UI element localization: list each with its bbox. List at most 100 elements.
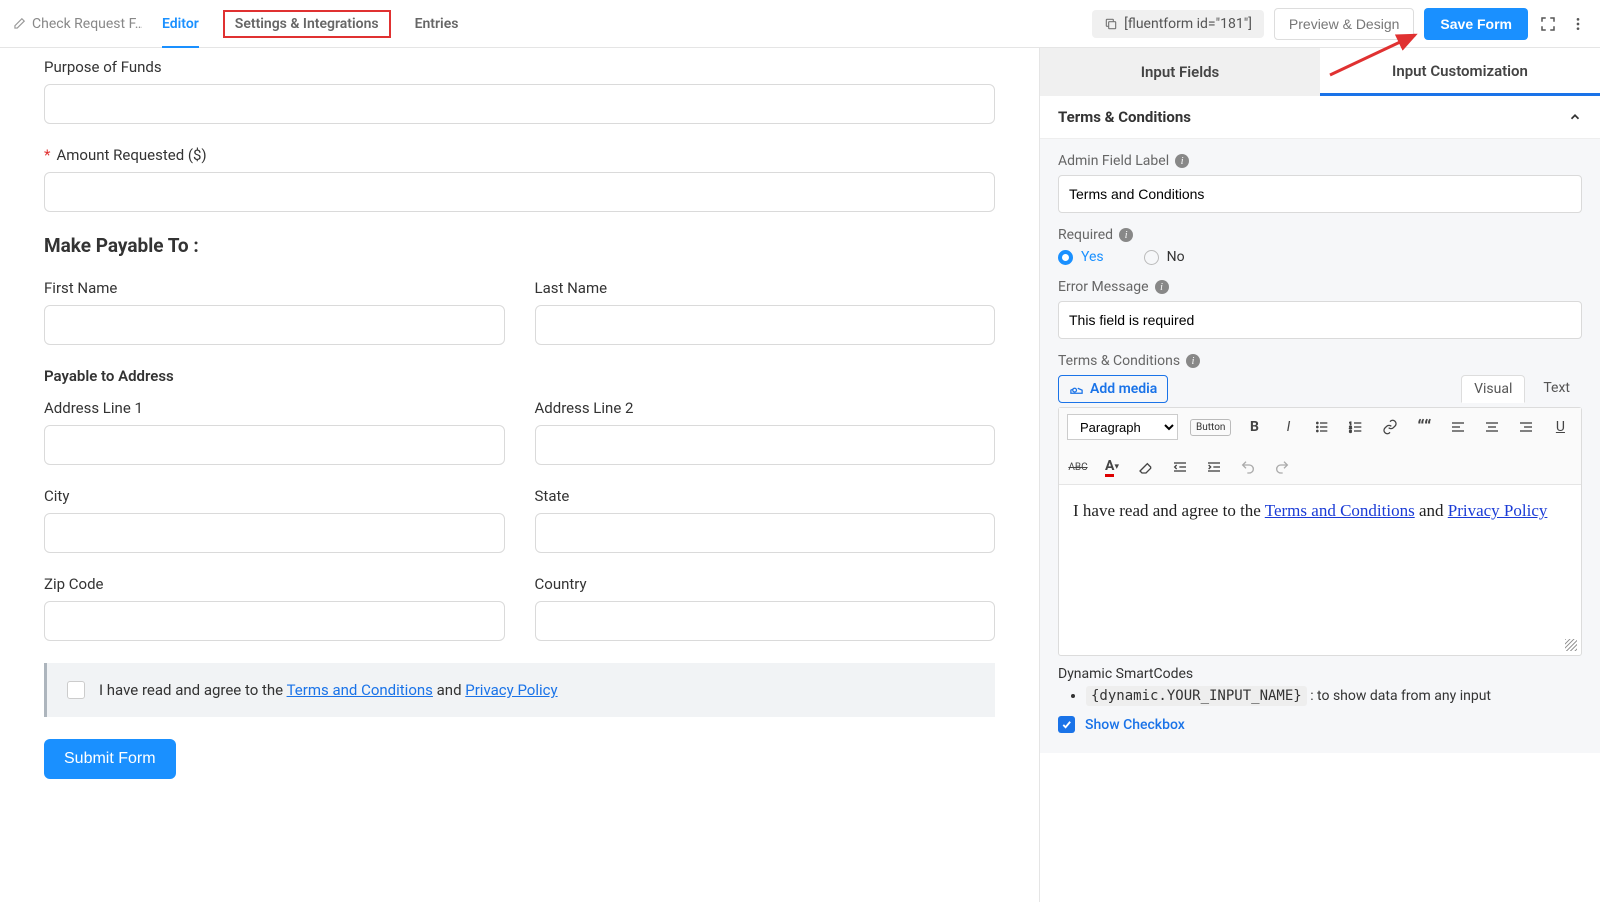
resize-handle[interactable]	[1565, 639, 1577, 651]
error-message-label: Error Message i	[1058, 279, 1582, 295]
clear-format-btn[interactable]	[1135, 456, 1157, 478]
name-row: First Name Last Name	[44, 279, 995, 345]
indent-icon	[1206, 459, 1222, 475]
last-name-input[interactable]	[535, 305, 996, 345]
editor-tab-visual[interactable]: Visual	[1461, 375, 1525, 403]
editor-privacy-link[interactable]: Privacy Policy	[1448, 501, 1548, 520]
addr1-label: Address Line 1	[44, 399, 505, 417]
country-input[interactable]	[535, 601, 996, 641]
outdent-icon	[1172, 459, 1188, 475]
text-color-btn[interactable]: A▾	[1101, 456, 1123, 478]
chevron-up-icon	[1568, 110, 1582, 124]
topbar-right: [fluentform id="181"] Preview & Design S…	[1092, 8, 1588, 40]
error-message-input[interactable]	[1058, 301, 1582, 339]
blockquote-btn[interactable]: ““	[1413, 416, 1435, 438]
redo-btn[interactable]	[1271, 456, 1293, 478]
editor-tab-text[interactable]: Text	[1531, 375, 1582, 403]
dots-vertical-icon	[1570, 16, 1586, 32]
save-form-button[interactable]: Save Form	[1424, 8, 1528, 40]
top-bar: Check Request F… Editor Settings & Integ…	[0, 0, 1600, 48]
smartcodes-title: Dynamic SmartCodes	[1058, 666, 1582, 682]
info-icon[interactable]: i	[1155, 280, 1169, 294]
align-center-icon	[1484, 419, 1500, 435]
indent-btn[interactable]	[1203, 456, 1225, 478]
info-icon[interactable]: i	[1119, 228, 1133, 242]
first-name-label: First Name	[44, 279, 505, 297]
media-icon	[1069, 382, 1084, 397]
outdent-btn[interactable]	[1169, 456, 1191, 478]
editor-content[interactable]: I have read and agree to the Terms and C…	[1059, 485, 1581, 655]
address-row1: Address Line 1 Address Line 2	[44, 399, 995, 465]
required-no[interactable]: No	[1144, 249, 1185, 265]
amount-input[interactable]	[44, 172, 995, 212]
city-input[interactable]	[44, 513, 505, 553]
address-row2: City State	[44, 487, 995, 553]
required-yes[interactable]: Yes	[1058, 249, 1104, 265]
addr2-input[interactable]	[535, 425, 996, 465]
bold-btn[interactable]: B	[1243, 416, 1265, 438]
smartcode-code: {dynamic.YOUR_INPUT_NAME}	[1086, 686, 1307, 706]
eraser-icon	[1138, 459, 1154, 475]
info-icon[interactable]: i	[1186, 354, 1200, 368]
terms-text: I have read and agree to the Terms and C…	[99, 681, 558, 699]
addr2-label: Address Line 2	[535, 399, 996, 417]
panel-tab-fields[interactable]: Input Fields	[1040, 48, 1320, 96]
paragraph-select[interactable]: Paragraph	[1067, 414, 1178, 440]
undo-icon	[1240, 459, 1256, 475]
form-name-text: Check Request F…	[32, 16, 142, 32]
align-right-btn[interactable]	[1515, 416, 1537, 438]
country-label: Country	[535, 575, 996, 593]
show-checkbox-row[interactable]: Show Checkbox	[1058, 716, 1582, 733]
redo-icon	[1274, 459, 1290, 475]
admin-label-input[interactable]	[1058, 175, 1582, 213]
strikethrough-btn[interactable]: ABC	[1067, 456, 1089, 478]
submit-form-button[interactable]: Submit Form	[44, 739, 176, 779]
align-center-btn[interactable]	[1481, 416, 1503, 438]
tab-entries[interactable]: Entries	[415, 0, 459, 48]
align-left-icon	[1450, 419, 1466, 435]
panel-section-header[interactable]: Terms & Conditions	[1040, 96, 1600, 139]
purpose-input[interactable]	[44, 84, 995, 124]
tab-editor[interactable]: Editor	[162, 0, 199, 48]
terms-checkbox[interactable]	[67, 681, 85, 699]
tab-settings[interactable]: Settings & Integrations	[223, 10, 391, 38]
terms-link[interactable]: Terms and Conditions	[287, 681, 433, 699]
check-icon	[1061, 719, 1072, 730]
privacy-link[interactable]: Privacy Policy	[465, 681, 557, 699]
panel-tab-customization[interactable]: Input Customization	[1320, 48, 1600, 96]
link-btn[interactable]	[1379, 416, 1401, 438]
smartcodes-section: Dynamic SmartCodes {dynamic.YOUR_INPUT_N…	[1058, 666, 1582, 704]
underline-btn[interactable]: U	[1549, 416, 1571, 438]
italic-btn[interactable]: I	[1277, 416, 1299, 438]
state-input[interactable]	[535, 513, 996, 553]
terms-content-label: Terms & Conditions i	[1058, 353, 1582, 369]
show-checkbox-label: Show Checkbox	[1085, 717, 1185, 733]
fullscreen-icon	[1539, 15, 1557, 33]
number-list-btn[interactable]: 123	[1345, 416, 1367, 438]
first-name-input[interactable]	[44, 305, 505, 345]
fullscreen-button[interactable]	[1538, 14, 1558, 34]
insert-button-btn[interactable]: Button	[1190, 419, 1231, 436]
shortcode-display[interactable]: [fluentform id="181"]	[1092, 10, 1264, 38]
bullet-list-btn[interactable]	[1311, 416, 1333, 438]
amount-field: *Amount Requested ($)	[44, 146, 995, 212]
show-checkbox-box[interactable]	[1058, 716, 1075, 733]
editor-mode-tabs: Visual Text	[1461, 375, 1582, 403]
zip-input[interactable]	[44, 601, 505, 641]
add-media-button[interactable]: Add media	[1058, 375, 1168, 403]
amount-label: *Amount Requested ($)	[44, 146, 995, 164]
editor-terms-link[interactable]: Terms and Conditions	[1265, 501, 1415, 520]
number-list-icon: 123	[1348, 419, 1364, 435]
form-name[interactable]: Check Request F…	[12, 16, 142, 32]
preview-design-button[interactable]: Preview & Design	[1274, 8, 1415, 40]
smartcode-item: {dynamic.YOUR_INPUT_NAME} : to show data…	[1086, 688, 1582, 704]
pencil-icon	[12, 17, 26, 31]
terms-block[interactable]: I have read and agree to the Terms and C…	[44, 663, 995, 717]
city-label: City	[44, 487, 505, 505]
editor-toolbar: Paragraph Button B I 123 ““	[1059, 408, 1581, 485]
align-left-btn[interactable]	[1447, 416, 1469, 438]
info-icon[interactable]: i	[1175, 154, 1189, 168]
addr1-input[interactable]	[44, 425, 505, 465]
undo-btn[interactable]	[1237, 456, 1259, 478]
more-menu-button[interactable]	[1568, 14, 1588, 34]
